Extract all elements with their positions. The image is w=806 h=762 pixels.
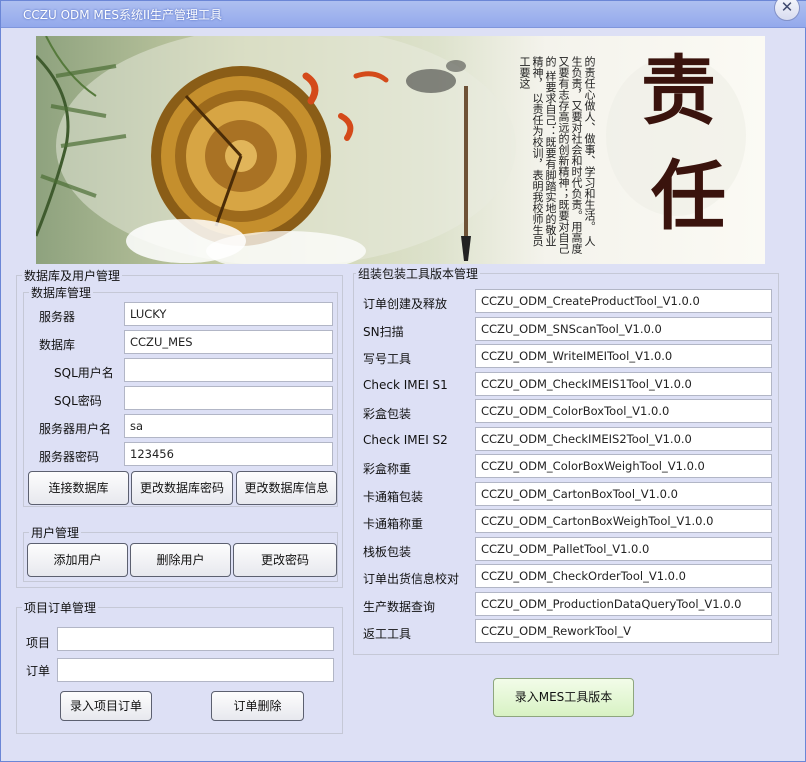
window-title: CCZU ODM MES系统II生产管理工具: [23, 8, 223, 22]
tool-version-input[interactable]: CCZU_ODM_CartonBoxWeighTool_V1.0.0: [475, 509, 772, 533]
db-user-group: 数据库及用户管理 数据库管理 服务器 LUCKY 数据库 CCZU_MES SQ…: [16, 267, 343, 588]
order-input[interactable]: [57, 658, 334, 682]
tools-version-group-title: 组装包装工具版本管理: [356, 265, 481, 282]
tool-label: 彩盒包装: [363, 407, 412, 421]
tool-label: 彩盒称重: [363, 462, 412, 476]
tool-version-input[interactable]: CCZU_ODM_CheckIMEIS2Tool_V1.0.0: [475, 426, 772, 451]
change-password-button[interactable]: 更改密码: [233, 543, 337, 577]
tool-version-input[interactable]: CCZU_ODM_ProductionDataQueryTool_V1.0.0: [475, 591, 772, 616]
main-window: CCZU ODM MES系统II生产管理工具 ✕ 的责任心做人、做事、学习和生活…: [0, 0, 806, 762]
server-label: 服务器: [39, 310, 76, 324]
project-label: 项目: [26, 636, 51, 650]
delete-order-button[interactable]: 订单删除: [211, 691, 304, 721]
banner-big-char-2: 任: [651, 152, 727, 240]
connect-db-button[interactable]: 连接数据库: [28, 471, 129, 505]
tool-label: 卡通箱称重: [363, 517, 424, 531]
tool-label: Check IMEI S2: [363, 432, 448, 447]
tool-label: 卡通箱包装: [363, 489, 424, 504]
change-db-password-button[interactable]: 更改数据库密码: [131, 471, 233, 505]
tool-label: 写号工具: [363, 352, 412, 366]
tool-version-input[interactable]: CCZU_ODM_ColorBoxWeighTool_V1.0.0: [475, 454, 772, 478]
motto-line: 的责任心做人、做事、学习和生活。: [583, 56, 596, 232]
tool-label: 订单创建及释放: [363, 297, 448, 311]
tool-version-input[interactable]: CCZU_ODM_ColorBoxTool_V1.0.0: [475, 399, 772, 423]
add-user-button[interactable]: 添加用户: [27, 543, 128, 577]
project-input[interactable]: [57, 627, 334, 651]
tool-label: 返工工具: [363, 627, 412, 641]
delete-user-button[interactable]: 删除用户: [130, 543, 231, 577]
tool-label: Check IMEI S1: [363, 377, 448, 392]
tool-version-input[interactable]: CCZU_ODM_CartonBoxTool_V1.0.0: [475, 481, 772, 506]
tool-version-input[interactable]: CCZU_ODM_ReworkTool_V: [475, 619, 772, 643]
tool-label: 栈板包装: [363, 544, 412, 559]
tool-version-input[interactable]: CCZU_ODM_CheckOrderTool_V1.0.0: [475, 564, 772, 588]
server-username-label: 服务器用户名: [39, 422, 112, 436]
tool-version-input[interactable]: CCZU_ODM_SNScanTool_V1.0.0: [475, 316, 772, 341]
sql-username-label: SQL用户名: [54, 366, 114, 380]
db-group-title: 数据库管理: [29, 284, 94, 301]
order-label: 订单: [26, 664, 51, 678]
banner-image: 的责任心做人、做事、学习和生活。 人生负责，又要对社会和时代负责。用高度 又要有…: [36, 36, 765, 264]
db-user-group-title: 数据库及用户管理: [22, 267, 123, 284]
tool-label: 生产数据查询: [363, 599, 436, 614]
tool-label: SN扫描: [363, 324, 404, 339]
user-group: 用户管理 添加用户 删除用户 更改密码: [23, 524, 338, 582]
sql-username-input[interactable]: [124, 358, 333, 382]
enter-project-order-button[interactable]: 录入项目订单: [60, 691, 152, 721]
tool-version-input[interactable]: CCZU_ODM_PalletTool_V1.0.0: [475, 536, 772, 561]
banner-motto: 的责任心做人、做事、学习和生活。 人生负责，又要对社会和时代负责。用高度 又要有…: [496, 56, 596, 256]
tool-version-input[interactable]: CCZU_ODM_WriteIMEITool_V1.0.0: [475, 344, 772, 368]
server-username-input[interactable]: sa: [124, 414, 333, 438]
change-db-info-button[interactable]: 更改数据库信息: [236, 471, 337, 505]
tool-version-input[interactable]: CCZU_ODM_CreateProductTool_V1.0.0: [475, 289, 772, 313]
tool-version-input[interactable]: CCZU_ODM_CheckIMEIS1Tool_V1.0.0: [475, 371, 772, 396]
title-bar[interactable]: CCZU ODM MES系统II生产管理工具: [1, 1, 806, 28]
enter-mes-tool-version-button[interactable]: 录入MES工具版本: [493, 678, 634, 717]
tools-version-group: 组装包装工具版本管理 订单创建及释放 CCZU_ODM_CreateProduct…: [353, 265, 779, 655]
db-group: 数据库管理 服务器 LUCKY 数据库 CCZU_MES SQL用户名 SQL密…: [23, 284, 338, 507]
sql-password-label: SQL密码: [54, 394, 102, 408]
banner-big-char-1: 责: [641, 47, 717, 135]
tool-label: 订单出货信息校对: [363, 572, 460, 586]
server-input[interactable]: LUCKY: [124, 302, 333, 326]
project-order-group: 项目订单管理 项目 订单 录入项目订单 订单删除: [16, 599, 343, 734]
database-label: 数据库: [39, 338, 76, 352]
database-input[interactable]: CCZU_MES: [124, 330, 333, 354]
server-password-input[interactable]: 123456: [124, 442, 333, 466]
project-order-group-title: 项目订单管理: [22, 599, 99, 616]
sql-password-input[interactable]: [124, 386, 333, 410]
user-group-title: 用户管理: [29, 524, 82, 541]
server-password-label: 服务器密码: [39, 450, 100, 464]
